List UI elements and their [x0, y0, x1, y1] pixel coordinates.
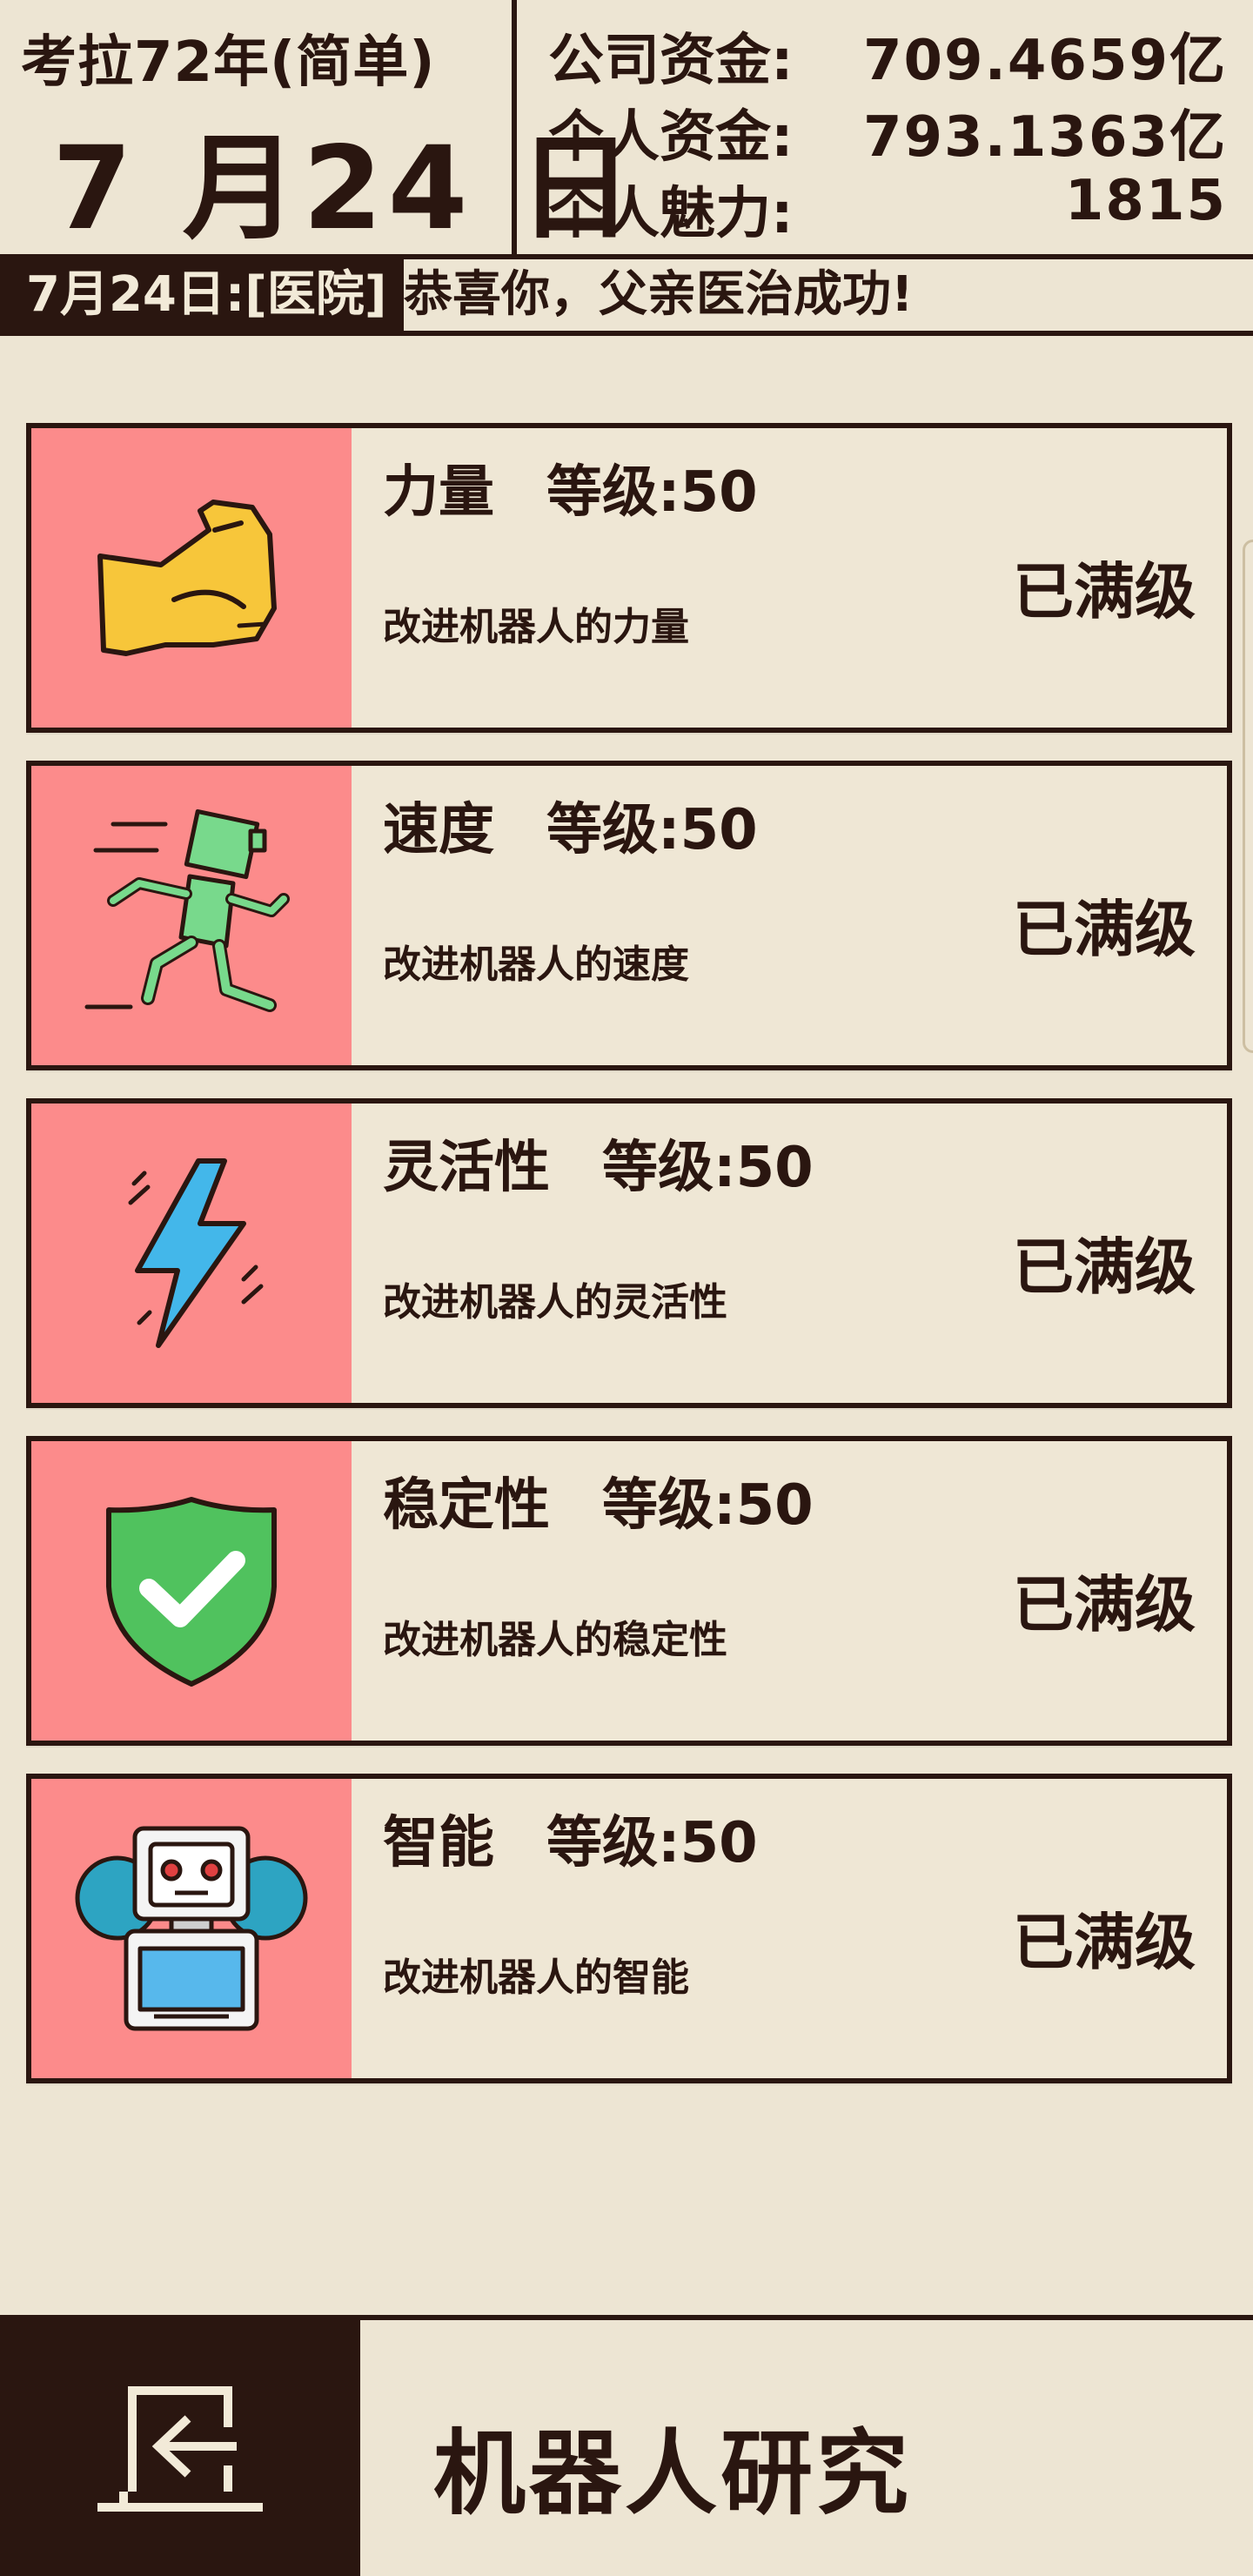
news-message: 恭喜你，父亲医治成功!	[404, 266, 914, 323]
upgrade-title: 智能 等级:50	[383, 1798, 758, 1878]
shield-check-icon	[106, 1497, 277, 1687]
upgrade-level: 等级:50	[546, 1811, 758, 1875]
upgrade-status: 已满级	[1013, 556, 1196, 627]
footer: 机器人研究	[0, 2315, 1253, 2576]
upgrade-status: 已满级	[1013, 1569, 1196, 1640]
card-icon-panel	[31, 428, 352, 728]
upgrade-title: 稳定性 等级:50	[383, 1460, 814, 1540]
upgrade-status: 已满级	[1013, 1907, 1196, 1978]
company-funds-label: 公司资金:	[548, 29, 794, 93]
upgrade-description: 改进机器人的稳定性	[383, 1618, 727, 1662]
personal-funds-row: 个人资金: 793.1363亿	[548, 92, 1227, 170]
upgrade-card-strength[interactable]: 力量 等级:50 改进机器人的力量 已满级	[26, 423, 1232, 733]
upgrade-title: 速度 等级:50	[383, 785, 758, 865]
upgrade-description: 改进机器人的速度	[383, 943, 689, 987]
lightning-bolt-icon	[128, 1158, 264, 1348]
robot-gear-icon	[75, 1826, 308, 2031]
upgrade-name: 力量	[383, 460, 494, 525]
running-robot-icon	[84, 808, 290, 1012]
scrollbar[interactable]	[1243, 540, 1253, 1053]
news-ticker: 7月24日:[医院] 恭喜你，父亲医治成功!	[0, 259, 1253, 336]
charisma-label: 个人魅力:	[548, 182, 794, 246]
upgrade-level: 等级:50	[546, 460, 758, 525]
card-icon-panel	[31, 766, 352, 1065]
personal-funds-value: 793.1363亿	[862, 105, 1227, 170]
upgrade-card-speed[interactable]: 速度 等级:50 改进机器人的速度 已满级	[26, 761, 1232, 1070]
upgrade-status: 已满级	[1013, 894, 1196, 965]
upgrade-title: 灵活性 等级:50	[383, 1123, 814, 1203]
upgrade-name: 稳定性	[383, 1473, 550, 1538]
upgrade-name: 速度	[383, 798, 494, 862]
upgrade-name: 灵活性	[383, 1136, 550, 1200]
upgrade-description: 改进机器人的力量	[383, 605, 689, 649]
page-title: 机器人研究	[433, 2420, 912, 2527]
news-date-prefix: 7月24日:[医院]	[0, 259, 404, 331]
year-label: 考拉72年(简单)	[21, 30, 436, 95]
charisma-value: 1815	[1064, 169, 1227, 233]
company-funds-row: 公司资金: 709.4659亿	[548, 16, 1227, 93]
muscle-arm-icon	[97, 500, 277, 656]
upgrade-title: 力量 等级:50	[383, 447, 758, 527]
upgrade-level: 等级:50	[546, 798, 758, 862]
upgrade-description: 改进机器人的灵活性	[383, 1280, 727, 1325]
personal-funds-label: 个人资金:	[548, 105, 794, 170]
card-icon-panel	[31, 1104, 352, 1403]
upgrade-description: 改进机器人的智能	[383, 1955, 689, 2000]
back-button[interactable]	[0, 2320, 360, 2576]
date-box: 考拉72年(简单) 7 月24 日	[0, 0, 633, 256]
upgrade-level: 等级:50	[602, 1136, 814, 1200]
exit-door-icon	[97, 2386, 263, 2512]
company-funds-value: 709.4659亿	[862, 29, 1227, 93]
charisma-row: 个人魅力: 1815	[548, 169, 1227, 246]
header: 考拉72年(简单) 7 月24 日 公司资金: 709.4659亿 个人资金: …	[0, 0, 1253, 259]
upgrade-name: 智能	[383, 1811, 494, 1875]
upgrade-card-agility[interactable]: 灵活性 等级:50 改进机器人的灵活性 已满级	[26, 1098, 1232, 1408]
upgrade-card-intelligence[interactable]: 智能 等级:50 改进机器人的智能 已满级	[26, 1774, 1232, 2083]
upgrade-level: 等级:50	[602, 1473, 814, 1538]
card-icon-panel	[31, 1441, 352, 1741]
stats-panel: 公司资金: 709.4659亿 个人资金: 793.1363亿 个人魅力: 18…	[517, 0, 1253, 254]
upgrade-list: 力量 等级:50 改进机器人的力量 已满级 速度 等级:50 改进机器人的速度 …	[26, 423, 1232, 2111]
upgrade-card-stability[interactable]: 稳定性 等级:50 改进机器人的稳定性 已满级	[26, 1436, 1232, 1746]
upgrade-status: 已满级	[1013, 1231, 1196, 1303]
card-icon-panel	[31, 1779, 352, 2078]
